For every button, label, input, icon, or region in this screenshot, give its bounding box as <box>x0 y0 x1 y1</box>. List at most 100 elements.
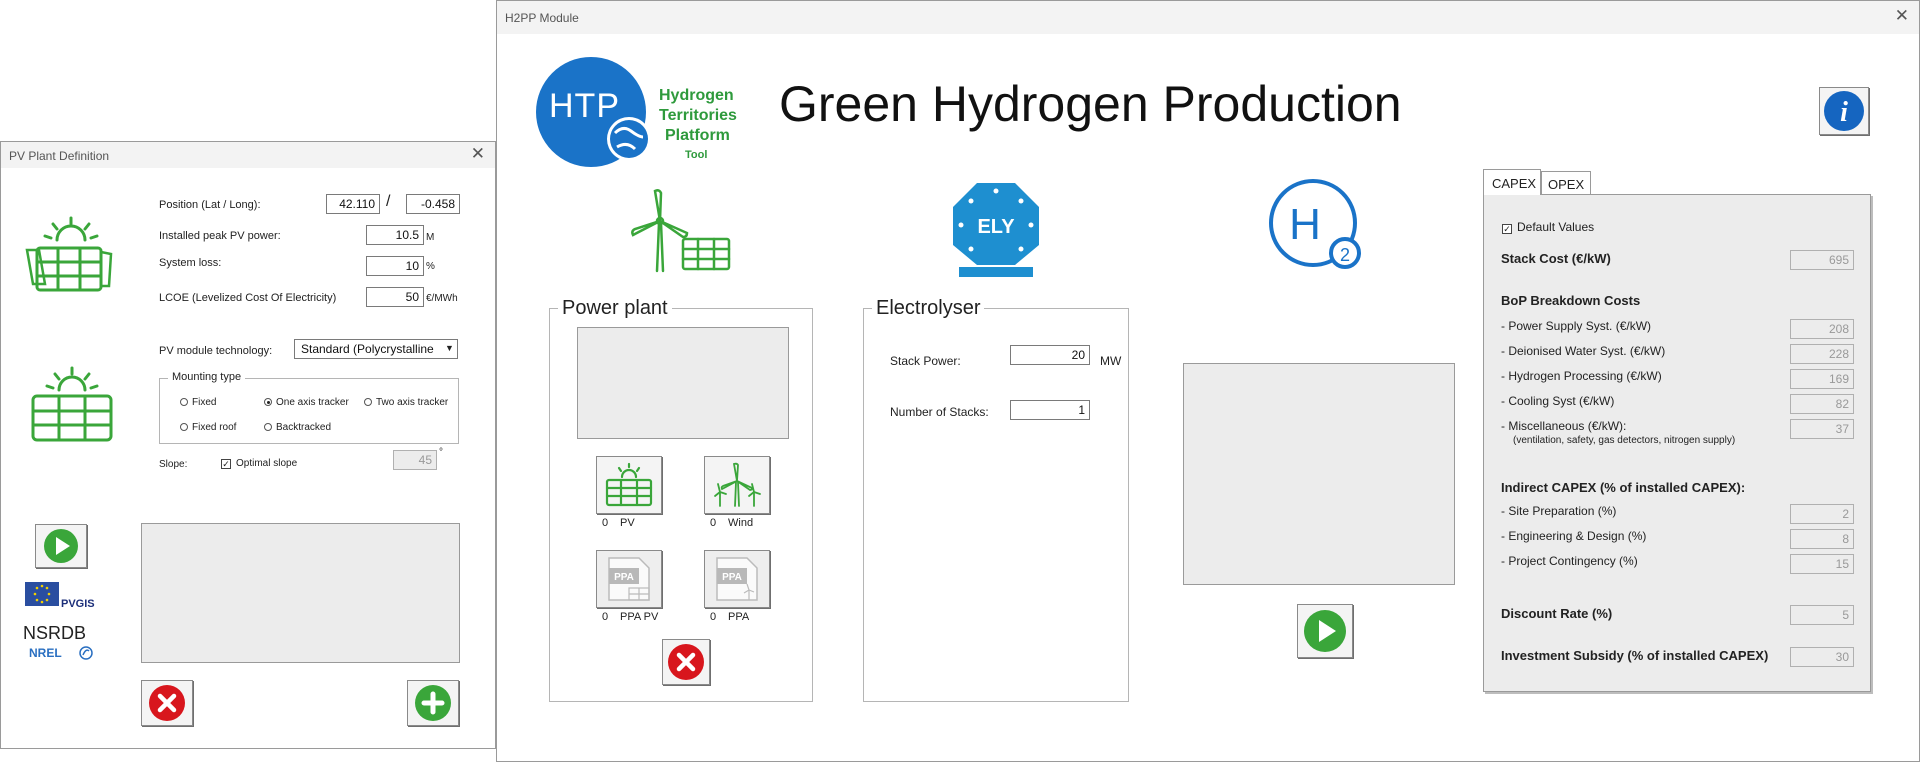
misc-label: - Miscellaneous (€/kW): <box>1501 419 1627 433</box>
ppa-pv-label: PPA PV <box>620 611 659 623</box>
misc-input[interactable]: 37 <box>1790 419 1854 439</box>
power-plant-legend: Power plant <box>558 297 672 320</box>
svg-text:PPA: PPA <box>614 572 634 583</box>
pv-plant-window: PV Plant Definition ✕ Position (Lat / Lo… <box>0 141 496 749</box>
module-tech-value: Standard (Polycrystalline <box>301 342 434 356</box>
ppa-label: PPA <box>728 611 750 623</box>
stack-power-label: Stack Power: <box>890 354 961 368</box>
investment-subsidy-input[interactable]: 30 <box>1790 647 1854 667</box>
hydrogen-output-area <box>1183 363 1455 585</box>
module-tech-select[interactable]: Standard (Polycrystalline <box>294 339 458 359</box>
h2pp-window: H2PP Module ✕ HTP Hydrogen Territories P… <box>496 0 1920 762</box>
radio-fixed[interactable]: Fixed <box>180 397 216 408</box>
radio-backtracked-dot <box>264 423 272 431</box>
discount-rate-input[interactable]: 5 <box>1790 605 1854 625</box>
system-loss-unit: % <box>426 261 435 272</box>
lcoe-label: LCOE (Levelized Cost Of Electricity) <box>159 292 337 304</box>
logo-line-1: Hydrogen <box>659 87 734 104</box>
power-plant-display <box>577 327 789 439</box>
slope-input[interactable]: 45 <box>393 450 437 470</box>
wind-button[interactable] <box>704 456 770 514</box>
htp-logo-text: HTP <box>549 87 620 125</box>
latitude-input[interactable]: 42.110 <box>326 194 380 214</box>
stack-cost-label: Stack Cost (€/kW) <box>1501 251 1611 266</box>
pvgis-logo[interactable]: PVGIS <box>25 578 105 614</box>
site-prep-label: - Site Preparation (%) <box>1501 504 1617 518</box>
deionised-label: - Deionised Water Syst. (€/kW) <box>1501 344 1666 358</box>
run-h2pp-button[interactable] <box>1297 604 1353 658</box>
radio-one-axis-dot <box>264 398 272 406</box>
pv-count: 0 <box>602 517 609 529</box>
h2-processing-label: - Hydrogen Processing (€/kW) <box>1501 369 1662 383</box>
engineering-label: - Engineering & Design (%) <box>1501 529 1647 543</box>
page-title: Green Hydrogen Production <box>779 76 1402 132</box>
wind-solar-icon <box>631 189 731 273</box>
power-supply-label: - Power Supply Syst. (€/kW) <box>1501 319 1652 333</box>
radio-fixed-roof[interactable]: Fixed roof <box>180 422 236 433</box>
peak-power-input[interactable]: 10.5 <box>366 225 424 245</box>
pvgis-label: PVGIS <box>61 598 95 610</box>
ppa-pv-icon: PPA <box>608 557 650 601</box>
engineering-input[interactable]: 8 <box>1790 529 1854 549</box>
clear-power-plant-button[interactable] <box>662 639 710 685</box>
ppa-pv-button[interactable]: PPA <box>596 550 662 608</box>
electrolyser-frame: Electrolyser Stack Power: 20 MW Number o… <box>863 297 1129 702</box>
radio-two-axis[interactable]: Two axis tracker <box>364 397 448 408</box>
num-stacks-input[interactable]: 1 <box>1010 400 1090 420</box>
module-tech-label: PV module technology: <box>159 345 273 357</box>
cooling-input[interactable]: 82 <box>1790 394 1854 414</box>
system-loss-input[interactable]: 10 <box>366 256 424 276</box>
radio-one-axis[interactable]: One axis tracker <box>264 397 349 408</box>
site-prep-input[interactable]: 2 <box>1790 504 1854 524</box>
longitude-input[interactable]: -0.458 <box>406 194 460 214</box>
nsrdb-logo[interactable]: NSRDB NREL <box>23 623 103 665</box>
radio-backtracked[interactable]: Backtracked <box>264 422 331 433</box>
wind-count: 0 <box>710 517 717 529</box>
lcoe-unit: €/MWh <box>426 293 458 304</box>
ppa-pv-count: 0 <box>602 611 609 623</box>
power-supply-input[interactable]: 208 <box>1790 319 1854 339</box>
h2pp-close-icon[interactable]: ✕ <box>1895 7 1909 25</box>
logo-line-3: Platform <box>665 127 730 144</box>
wind-label: Wind <box>728 517 754 529</box>
contingency-input[interactable]: 15 <box>1790 554 1854 574</box>
ppa-button[interactable]: PPA <box>704 550 770 608</box>
h2pp-titlebar: H2PP Module ✕ <box>497 1 1919 34</box>
bop-title: BoP Breakdown Costs <box>1501 293 1641 308</box>
cancel-pv-button[interactable] <box>141 680 193 726</box>
nsrdb-label: NSRDB <box>23 623 87 643</box>
tab-capex[interactable]: CAPEX <box>1483 169 1541 195</box>
stack-power-input[interactable]: 20 <box>1010 345 1090 365</box>
default-values-checkbox[interactable]: ✓ Default Values <box>1502 220 1594 234</box>
nrel-leaf-icon <box>79 646 93 660</box>
solar-panel-icon <box>605 462 653 507</box>
pv-close-icon[interactable]: ✕ <box>471 145 485 163</box>
system-loss-label: System loss: <box>159 257 222 269</box>
indirect-capex-title: Indirect CAPEX (% of installed CAPEX): <box>1501 480 1746 495</box>
lcoe-input[interactable]: 50 <box>366 287 424 307</box>
tab-opex[interactable]: OPEX <box>1541 171 1591 195</box>
deionised-input[interactable]: 228 <box>1790 344 1854 364</box>
run-pv-button[interactable] <box>35 524 87 568</box>
radio-fixed-roof-dot <box>180 423 188 431</box>
electrolyser-legend: Electrolyser <box>872 297 985 320</box>
play-icon <box>44 529 78 563</box>
svg-text:PPA: PPA <box>722 572 742 583</box>
info-button[interactable]: i <box>1819 87 1869 135</box>
capex-panel: ✓ Default Values Stack Cost (€/kW) 695 Bo… <box>1483 194 1871 692</box>
add-pv-button[interactable] <box>407 680 459 726</box>
tab-opex-label: OPEX <box>1548 177 1585 192</box>
chevron-down-icon[interactable]: ▼ <box>445 343 454 353</box>
ppa-wind-icon: PPA <box>716 557 758 601</box>
eu-flag-icon <box>25 582 59 606</box>
slope-label: Slope: <box>159 459 188 470</box>
pv-button[interactable] <box>596 456 662 514</box>
tab-capex-label: CAPEX <box>1492 176 1537 191</box>
h2-processing-input[interactable]: 169 <box>1790 369 1854 389</box>
pv-titlebar: PV Plant Definition ✕ <box>1 142 495 168</box>
info-icon: i <box>1824 91 1864 131</box>
stack-cost-input[interactable]: 695 <box>1790 250 1854 270</box>
logo-line-2: Territories <box>659 107 737 124</box>
electrolyser-icon: ELY <box>953 183 1039 277</box>
optimal-slope-checkbox[interactable]: ✓ Optimal slope <box>221 458 297 469</box>
